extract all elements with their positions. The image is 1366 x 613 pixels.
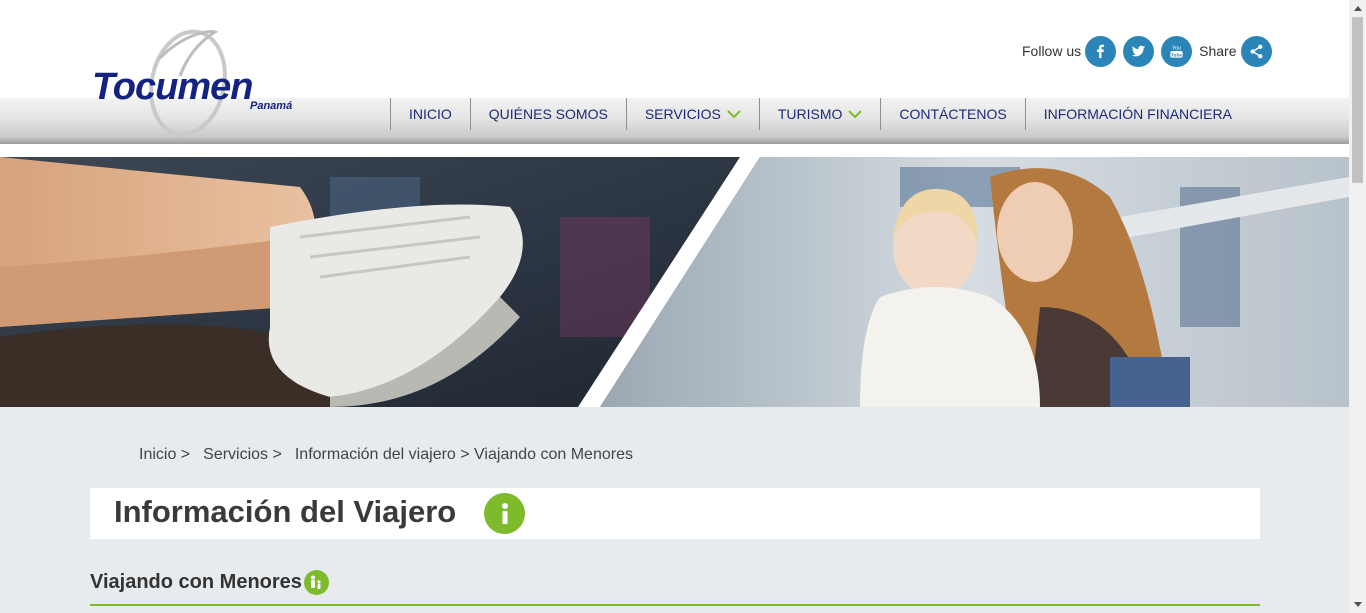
breadcrumb-item-inicio[interactable]: Inicio > [139,446,190,464]
scroll-up-icon[interactable] [1349,0,1366,17]
nav-label: INICIO [409,106,452,122]
social-bar: Follow us You Tube Share [1022,35,1279,67]
nav-label: SERVICIOS [644,106,721,122]
nav-item-quienes-somos[interactable]: QUIÉNES SOMOS [469,98,626,130]
page-title-box: Información del Viajero [90,488,1260,539]
chevron-down-icon [848,110,863,119]
nav-item-inicio[interactable]: INICIO [390,98,470,130]
share-icon[interactable] [1240,35,1272,67]
nav-label: CONTÁCTENOS [899,106,1007,122]
nav-item-contactenos[interactable]: CONTÁCTENOS [880,98,1024,130]
nav-item-servicios[interactable]: SERVICIOS [625,98,759,130]
breadcrumb-item-servicios[interactable]: Servicios > [203,446,282,464]
scrollbar-thumb[interactable] [1352,17,1363,183]
page-title: Información del Viajero [114,494,457,529]
child-family-icon [303,570,329,595]
vertical-scrollbar[interactable] [1349,0,1366,613]
svg-text:You: You [1172,45,1181,51]
scroll-down-icon[interactable] [1349,596,1366,613]
nav-label: QUIÉNES SOMOS [488,106,608,122]
breadcrumb-item-current: Información del viajero > Viajando con M… [294,446,633,463]
breadcrumb: Inicio > Servicios > Información del via… [139,446,638,464]
nav-item-turismo[interactable]: TURISMO [758,98,881,130]
hero-photo-illustration [0,157,1349,407]
youtube-icon[interactable]: You Tube [1161,35,1193,67]
svg-text:Tube: Tube [1171,52,1182,58]
site-header: Tocumen Panamá Follow us You Tube Share I… [0,0,1349,157]
section-title-row: Viajando con Menores [90,570,329,595]
facebook-icon[interactable] [1085,35,1117,67]
info-icon [484,493,525,534]
tocumen-logo[interactable]: Tocumen Panamá [90,28,310,138]
nav-item-informacion-financiera[interactable]: INFORMACIÓN FINANCIERA [1024,98,1250,130]
logo-wordmark: Tocumen [92,66,253,108]
twitter-icon[interactable] [1123,35,1155,67]
nav-label: TURISMO [777,106,843,122]
section-title: Viajando con Menores [90,571,302,593]
hero-banner-image [0,157,1349,407]
logo-subtitle: Panamá [250,100,293,112]
section-divider [90,604,1260,606]
nav-label: INFORMACIÓN FINANCIERA [1043,106,1232,122]
share-label: Share [1199,43,1237,59]
chevron-down-icon [727,110,741,119]
follow-us-label: Follow us [1022,43,1082,59]
main-nav: INICIO QUIÉNES SOMOS SERVICIOS TURISMO C… [390,98,1250,130]
